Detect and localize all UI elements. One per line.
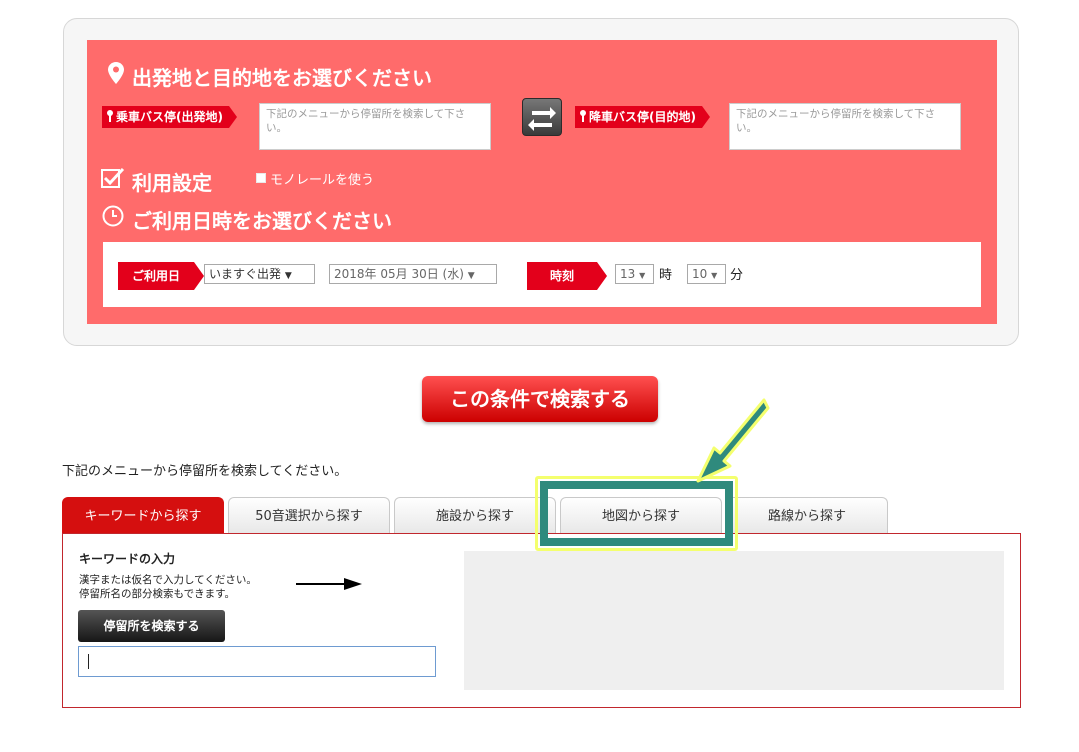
arrow-right-icon	[296, 578, 362, 590]
boarding-stop-label-text: 乗車バス停(出発地)	[116, 110, 223, 124]
departure-select[interactable]: いますぐ出発 ▼	[204, 264, 315, 284]
alighting-stop-label-text: 降車バス停(目的地)	[589, 110, 696, 124]
alighting-stop-label: 降車バス停(目的地)	[575, 106, 710, 128]
minute-select-value: 10	[692, 267, 708, 281]
boarding-stop-label: 乗車バス停(出発地)	[102, 106, 237, 128]
hour-select-value: 13	[620, 267, 636, 281]
tab-keyword[interactable]: キーワードから探す	[62, 497, 224, 533]
departure-select-value: いますぐ出発	[209, 267, 282, 281]
keyword-input[interactable]	[78, 646, 436, 677]
stop-search-button[interactable]: 停留所を検索する	[78, 610, 225, 642]
highlight-frame	[540, 481, 733, 546]
datetime-heading: ご利用日時をお選びください	[132, 209, 392, 233]
search-conditions-button[interactable]: この条件で検索する	[422, 376, 658, 422]
location-pin-icon	[108, 62, 124, 84]
dropdown-arrow-icon: ▼	[467, 271, 475, 281]
time-label: 時刻	[527, 262, 607, 290]
minute-select[interactable]: 10 ▼	[687, 264, 726, 284]
monorail-checkbox[interactable]	[256, 173, 266, 183]
minute-unit: 分	[730, 268, 744, 283]
dropdown-arrow-icon: ▼	[284, 271, 292, 281]
text-caret	[88, 654, 89, 669]
bus-stop-icon	[580, 110, 586, 122]
hour-select[interactable]: 13 ▼	[615, 264, 654, 284]
usage-heading: 利用設定	[132, 171, 212, 195]
checkbox-checked-icon	[101, 167, 125, 188]
keyword-description-2: 停留所名の部分検索もできます。	[79, 588, 236, 600]
tab-route[interactable]: 路線から探す	[726, 497, 888, 533]
monorail-option[interactable]: モノレールを使う	[256, 169, 374, 188]
route-heading: 出発地と目的地をお選びください	[132, 66, 432, 90]
bus-stop-icon	[107, 110, 113, 122]
pointer-arrow-icon	[696, 398, 770, 483]
boarding-stop-field[interactable]: 下記のメニューから停留所を検索して下さい。	[259, 103, 491, 150]
dropdown-arrow-icon: ▼	[711, 271, 718, 280]
tab-facility[interactable]: 施設から探す	[394, 497, 556, 533]
dropdown-arrow-icon: ▼	[639, 271, 646, 280]
keyword-description-1: 漢字または仮名で入力してください。	[79, 574, 257, 586]
hour-unit: 時	[659, 268, 673, 283]
keyword-title: キーワードの入力	[79, 552, 176, 566]
date-select[interactable]: 2018年 05月 30日 (水) ▼	[329, 264, 497, 284]
search-hint: 下記のメニューから停留所を検索してください。	[62, 464, 348, 479]
swap-stops-button[interactable]	[522, 98, 562, 136]
swap-icon	[528, 107, 556, 131]
date-select-value: 2018年 05月 30日 (水)	[334, 267, 464, 281]
date-label: ご利用日	[118, 262, 204, 290]
tab-kana[interactable]: 50音選択から探す	[228, 497, 390, 533]
alighting-stop-field[interactable]: 下記のメニューから停留所を検索して下さい。	[729, 103, 961, 150]
monorail-label: モノレールを使う	[270, 173, 375, 188]
results-area	[464, 551, 1004, 690]
clock-icon	[102, 205, 124, 227]
